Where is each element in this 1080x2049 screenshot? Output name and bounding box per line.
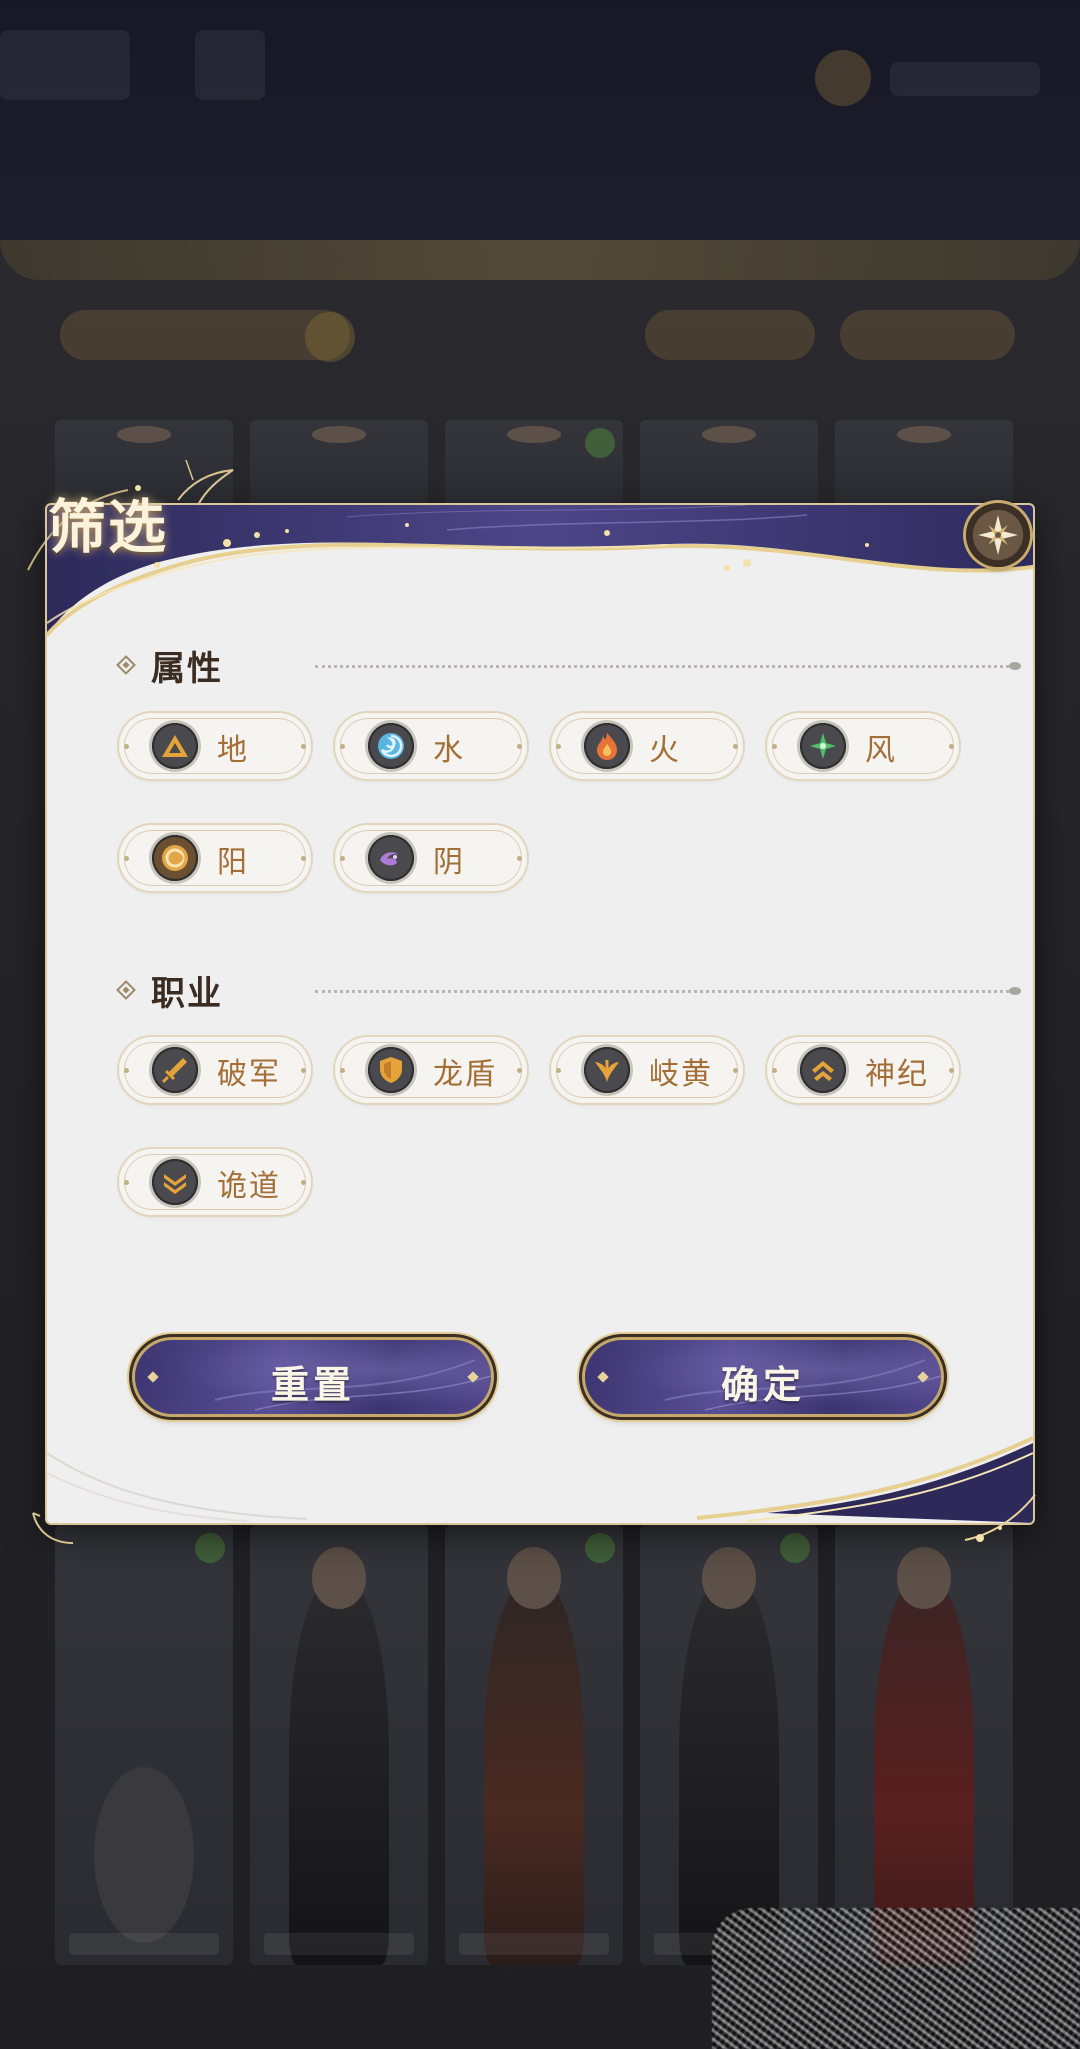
flower-close-icon: [978, 515, 1018, 555]
attribute-chip-earth[interactable]: 地: [119, 713, 311, 779]
chip-label: 风: [865, 733, 897, 768]
profession-chip-shenji[interactable]: 神纪: [767, 1037, 959, 1103]
currency-icon: [815, 50, 871, 106]
attribute-chip-fire[interactable]: 火: [551, 713, 743, 779]
chevron-down-double-icon: [152, 1159, 198, 1205]
chip-label: 破军: [217, 1057, 281, 1092]
fire-icon: [584, 723, 630, 769]
chip-label: 阳: [217, 845, 249, 880]
profession-section-header: 职业: [115, 968, 223, 1014]
reset-label: 重置: [270, 1362, 355, 1407]
herb-icon: [584, 1047, 630, 1093]
chip-label: 诡道: [217, 1169, 281, 1204]
wind-icon: [800, 723, 846, 769]
sun-icon: [152, 835, 198, 881]
character-card: [55, 1525, 233, 1965]
obscured-watermark: [712, 1908, 1080, 2049]
corner-flourish-left-icon: [32, 1512, 74, 1544]
diamond-ornament-icon: [116, 655, 136, 675]
profession-chip-longdun[interactable]: 龙盾: [335, 1037, 527, 1103]
chip-label: 龙盾: [433, 1057, 497, 1092]
moon-icon: [368, 835, 414, 881]
reset-button[interactable]: 重置: [135, 1340, 491, 1414]
attribute-chip-sun[interactable]: 阳: [119, 825, 311, 891]
dialog-title: 筛选: [48, 493, 169, 561]
earth-icon: [152, 723, 198, 769]
attribute-chip-water[interactable]: 水: [335, 713, 527, 779]
currency-amount: [890, 62, 1040, 96]
character-card: [835, 1525, 1013, 1965]
top-bar: [0, 0, 1080, 240]
sort-order-icon: [305, 312, 355, 362]
attribute-chip-wind[interactable]: 风: [767, 713, 959, 779]
corner-flourish-right-icon: [964, 1494, 1036, 1542]
filter-chip-1: [645, 310, 815, 360]
confirm-label: 确定: [720, 1362, 805, 1407]
profession-divider: [315, 987, 1021, 995]
chip-label: 神纪: [865, 1057, 929, 1092]
attribute-section-title: 属性: [151, 648, 223, 689]
chip-label: 水: [433, 733, 465, 768]
chip-label: 岐黄: [649, 1057, 713, 1092]
filter-chip-2: [840, 310, 1015, 360]
chevron-up-icon: [800, 1047, 846, 1093]
chip-label: 地: [217, 733, 249, 768]
home-button: [195, 30, 265, 100]
filter-dialog: 属性 地 水 火 风 阳 阴 职业 破军 龙盾 岐黄 神纪 诡道 重置 确定: [47, 505, 1033, 1523]
attribute-chip-moon[interactable]: 阴: [335, 825, 527, 891]
shield-icon: [368, 1047, 414, 1093]
chip-label: 火: [649, 733, 681, 768]
character-card: [640, 1525, 818, 1965]
water-icon: [368, 723, 414, 769]
sword-icon: [152, 1047, 198, 1093]
profession-chip-qihuang[interactable]: 岐黄: [551, 1037, 743, 1103]
character-card: [250, 1525, 428, 1965]
attribute-divider: [315, 662, 1021, 670]
character-card: [445, 1525, 623, 1965]
chip-label: 阴: [433, 845, 465, 880]
gold-footer-wave: [47, 1436, 1033, 1523]
diamond-ornament-icon: [116, 980, 136, 1000]
confirm-button[interactable]: 确定: [585, 1340, 941, 1414]
profession-chip-pojun[interactable]: 破军: [119, 1037, 311, 1103]
profession-chip-guidao[interactable]: 诡道: [119, 1149, 311, 1215]
attribute-section-header: 属性: [115, 643, 223, 689]
profession-section-title: 职业: [151, 973, 223, 1014]
back-button: [0, 30, 130, 100]
close-button[interactable]: [966, 503, 1030, 567]
